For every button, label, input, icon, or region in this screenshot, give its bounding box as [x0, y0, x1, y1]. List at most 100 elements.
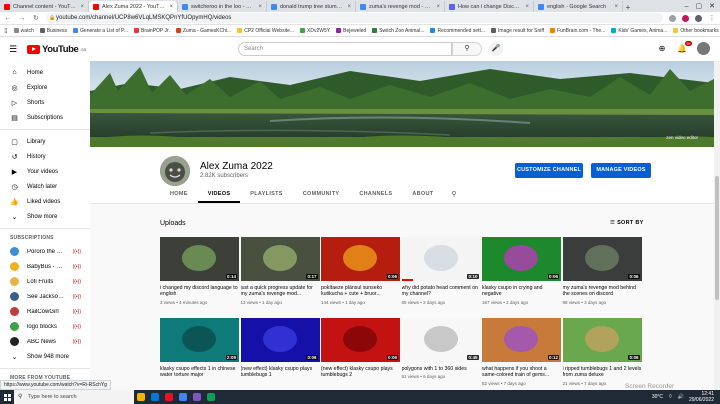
- bookmark-item[interactable]: Recommended sett...: [430, 28, 485, 34]
- volume-icon[interactable]: 🔊: [678, 394, 684, 400]
- subscription-item[interactable]: RailCowGirl ((•)): [0, 304, 90, 319]
- channel-search-icon[interactable]: ⚲: [443, 186, 464, 203]
- new-tab-button[interactable]: +: [623, 3, 633, 12]
- forward-icon[interactable]: →: [18, 15, 26, 22]
- menu-icon[interactable]: ☰: [9, 44, 19, 55]
- create-video-icon[interactable]: ⊕: [657, 44, 667, 53]
- browser-tab[interactable]: Channel content - YouTube Stu...×: [0, 1, 89, 12]
- taskbar-app-icon[interactable]: [204, 390, 218, 404]
- windows-start-icon[interactable]: [0, 390, 14, 404]
- taskbar-app-icon[interactable]: [190, 390, 204, 404]
- account-avatar[interactable]: [697, 42, 710, 55]
- back-icon[interactable]: ←: [4, 15, 12, 22]
- tab-channels[interactable]: CHANNELS: [349, 186, 402, 203]
- bookmark-item[interactable]: CP2 Official Website...: [237, 28, 294, 34]
- channel-avatar[interactable]: [160, 156, 190, 186]
- video-thumbnail[interactable]: 0:06: [562, 318, 642, 362]
- browser-tab[interactable]: switcheroo in the loo - Google...×: [178, 1, 267, 12]
- tab-playlists[interactable]: PLAYLISTS: [240, 186, 292, 203]
- sidebar-item-show-more[interactable]: ⌄ Show more: [0, 209, 90, 224]
- tab-close-icon[interactable]: ×: [347, 4, 351, 10]
- tab-home[interactable]: HOME: [160, 186, 198, 203]
- video-thumbnail[interactable]: 0:06: [482, 237, 561, 281]
- bookmark-item[interactable]: Kids' Games, Anima...: [611, 28, 667, 34]
- sidebar-item-library[interactable]: ▢ Library: [0, 134, 90, 149]
- notifications-icon[interactable]: 🔔 9+: [677, 41, 692, 53]
- browser-tab[interactable]: donald trump tree stump - Go...×: [267, 1, 356, 12]
- tab-close-icon[interactable]: ×: [436, 4, 440, 10]
- browser-tab[interactable]: english - Google Search ×: [534, 1, 623, 12]
- subscription-item[interactable]: Pororo the Little P... ((•)): [0, 244, 90, 259]
- sidebar-item-history[interactable]: ↺ History: [0, 149, 90, 164]
- browser-tab[interactable]: zuma's revenge mod - Google...×: [356, 1, 445, 12]
- video-title[interactable]: pokítaeze plánsul sunseko kutikucha + cu…: [321, 285, 400, 298]
- video-thumbnail[interactable]: 0:06: [240, 318, 320, 362]
- bookmark-item[interactable]: Image result for Sniff: [491, 28, 544, 34]
- subscription-item[interactable]: logo blocks ((•)): [0, 319, 90, 334]
- video-card[interactable]: 0:06 (new effect) klasky csupo plays tumb…: [240, 318, 320, 379]
- sidebar-item-subscriptions[interactable]: ▤ Subscriptions: [0, 110, 90, 125]
- video-card[interactable]: 0:10 why did potato head comment on my ch…: [401, 237, 481, 305]
- taskbar-app-icon[interactable]: [162, 390, 176, 404]
- bookmark-item[interactable]: Zuma - GamesKChi...: [175, 28, 231, 34]
- taskbar-app-icon[interactable]: [148, 390, 162, 404]
- extension-icon[interactable]: [669, 14, 676, 22]
- tab-close-icon[interactable]: ×: [80, 4, 84, 10]
- bookmark-item[interactable]: BrainPOP Jr.: [134, 28, 170, 34]
- video-card[interactable]: 0:06 i ripped tumblebugs 1 and 2 levels f…: [562, 318, 642, 386]
- subscription-item[interactable]: ABC News ((•)): [0, 334, 90, 349]
- browser-menu-icon[interactable]: ⋮: [708, 14, 716, 22]
- browser-tab[interactable]: How can i change Discord's La...×: [445, 1, 534, 12]
- taskbar-search-input[interactable]: Type here to search: [14, 390, 134, 404]
- bookmark-item[interactable]: Switch Zoo Animal...: [372, 28, 424, 34]
- sidebar-item-liked-videos[interactable]: 👍 Liked videos: [0, 194, 90, 209]
- video-thumbnail[interactable]: 0:06: [321, 318, 400, 362]
- bookmark-item[interactable]: watch: [13, 28, 34, 34]
- close-window-icon[interactable]: ✕: [709, 2, 715, 10]
- maximize-icon[interactable]: ▢: [696, 2, 703, 10]
- page-scrollbar[interactable]: [714, 61, 720, 390]
- clock[interactable]: 12:41 29/06/2022: [689, 391, 714, 403]
- video-card[interactable]: 2:09 klasky csupo effects 1 in chinese wa…: [160, 318, 239, 379]
- taskbar-app-icon[interactable]: [134, 390, 148, 404]
- video-card[interactable]: 0:12 what happens if you shoot a same-col…: [482, 318, 561, 386]
- browser-tab[interactable]: Alex Zuma 2022 - YouTube ×: [89, 1, 178, 12]
- video-title[interactable]: polygons with 1 to 360 sides: [402, 366, 481, 372]
- video-thumbnail[interactable]: 0:06: [562, 237, 642, 281]
- video-title[interactable]: i changed my discord language to english: [160, 285, 239, 298]
- search-button[interactable]: ⚲: [452, 42, 482, 56]
- tab-community[interactable]: COMMUNITY: [293, 186, 350, 203]
- scrollbar-thumb[interactable]: [715, 176, 719, 300]
- tab-close-icon[interactable]: ×: [169, 4, 173, 10]
- bookmark-item[interactable]: XDv2W5Y: [300, 28, 330, 34]
- video-title[interactable]: klasky csupo effects 1 in chinese water …: [160, 366, 239, 379]
- sidebar-item-shorts[interactable]: ▷ Shorts: [0, 95, 90, 110]
- reload-icon[interactable]: ↻: [32, 14, 40, 22]
- video-title[interactable]: my zuma's revenge mod behind the scenes …: [563, 285, 642, 298]
- show-more-subscriptions[interactable]: ⌄ Show 948 more: [0, 349, 90, 364]
- voice-search-icon[interactable]: 🎤: [489, 42, 503, 56]
- video-thumbnail[interactable]: 0:06: [321, 237, 400, 281]
- video-card[interactable]: 0:06 klasky csupo in crying and negative 1…: [482, 237, 561, 305]
- video-thumbnail[interactable]: 0:45: [401, 318, 481, 362]
- sidebar-item-explore[interactable]: ◎ Explore: [0, 80, 90, 95]
- bookmark-item[interactable]: Generate a List of P...: [73, 28, 128, 34]
- bookmark-item[interactable]: FunBrain.com - The...: [550, 28, 605, 34]
- sidebar-item-home[interactable]: ⌂ Home: [0, 65, 90, 80]
- subscription-item[interactable]: BabyBus - Kids So... ((•)): [0, 259, 90, 274]
- sort-by-button[interactable]: ☰ SORT BY: [610, 220, 644, 226]
- video-card[interactable]: 0:17 just a quick progress update for my …: [240, 237, 320, 305]
- taskbar-app-icon[interactable]: [176, 390, 190, 404]
- video-title[interactable]: (new effect) klasky csupo plays tumblebu…: [321, 366, 400, 379]
- url-field[interactable]: 🔒 youtube.com/channel/UCP8w6VLqLMSKQPnYfU…: [46, 13, 663, 23]
- video-title[interactable]: what happens if you shoot a same-colored…: [482, 366, 561, 379]
- tab-close-icon[interactable]: ×: [258, 4, 262, 10]
- video-title[interactable]: (new effect) klasky csupo plays tumblebu…: [241, 366, 320, 379]
- sidebar-item-your-videos[interactable]: ▶ Your videos: [0, 164, 90, 179]
- video-card[interactable]: 0:06 pokítaeze plánsul sunseko kutikucha …: [321, 237, 400, 305]
- tab-about[interactable]: ABOUT: [402, 186, 443, 203]
- video-card[interactable]: 0:45 polygons with 1 to 360 sides 51 views…: [401, 318, 481, 379]
- tab-videos[interactable]: VIDEOS: [197, 186, 241, 203]
- video-title[interactable]: klasky csupo in crying and negative: [482, 285, 561, 298]
- video-card[interactable]: 0:06 my zuma's revenge mod behind the sce…: [562, 237, 642, 305]
